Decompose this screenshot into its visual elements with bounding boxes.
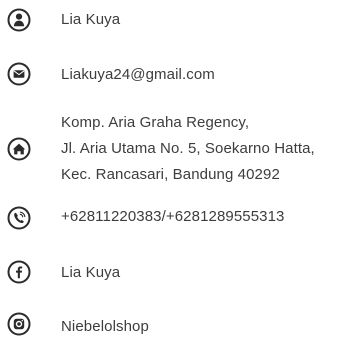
address-line-3: Kec. Rancasari, Bandung 40292 bbox=[61, 166, 280, 183]
contact-email[interactable]: Liakuya24@gmail.com bbox=[61, 62, 215, 88]
contact-row-phone: +62811220383/+6281289555313 bbox=[0, 204, 351, 244]
contact-address: Komp. Aria Graha Regency, Jl. Aria Utama… bbox=[61, 110, 315, 188]
contact-facebook[interactable]: Lia Kuya bbox=[61, 260, 120, 286]
person-icon bbox=[7, 8, 31, 32]
contact-name: Lia Kuya bbox=[61, 11, 121, 28]
phone-icon bbox=[7, 206, 31, 230]
instagram-icon bbox=[7, 312, 31, 336]
contact-instagram[interactable]: Niebelolshop bbox=[61, 314, 149, 340]
home-icon bbox=[7, 137, 31, 161]
contact-row-facebook: Lia Kuya bbox=[0, 256, 351, 296]
contact-row-name: Lia Kuya bbox=[0, 0, 351, 40]
address-line-1: Komp. Aria Graha Regency, bbox=[61, 114, 250, 131]
contact-list: Lia Kuya Liakuya24@gmail.com Komp. Aria … bbox=[0, 0, 351, 340]
contact-row-address: Komp. Aria Graha Regency, Jl. Aria Utama… bbox=[0, 110, 351, 192]
contact-row-email: Liakuya24@gmail.com bbox=[0, 54, 351, 94]
envelope-icon bbox=[7, 62, 31, 86]
contact-row-instagram: Niebelolshop bbox=[0, 310, 351, 340]
address-line-2: Jl. Aria Utama No. 5, Soekarno Hatta, bbox=[61, 140, 315, 157]
facebook-icon bbox=[7, 260, 31, 284]
contact-phone[interactable]: +62811220383/+6281289555313 bbox=[61, 204, 285, 230]
